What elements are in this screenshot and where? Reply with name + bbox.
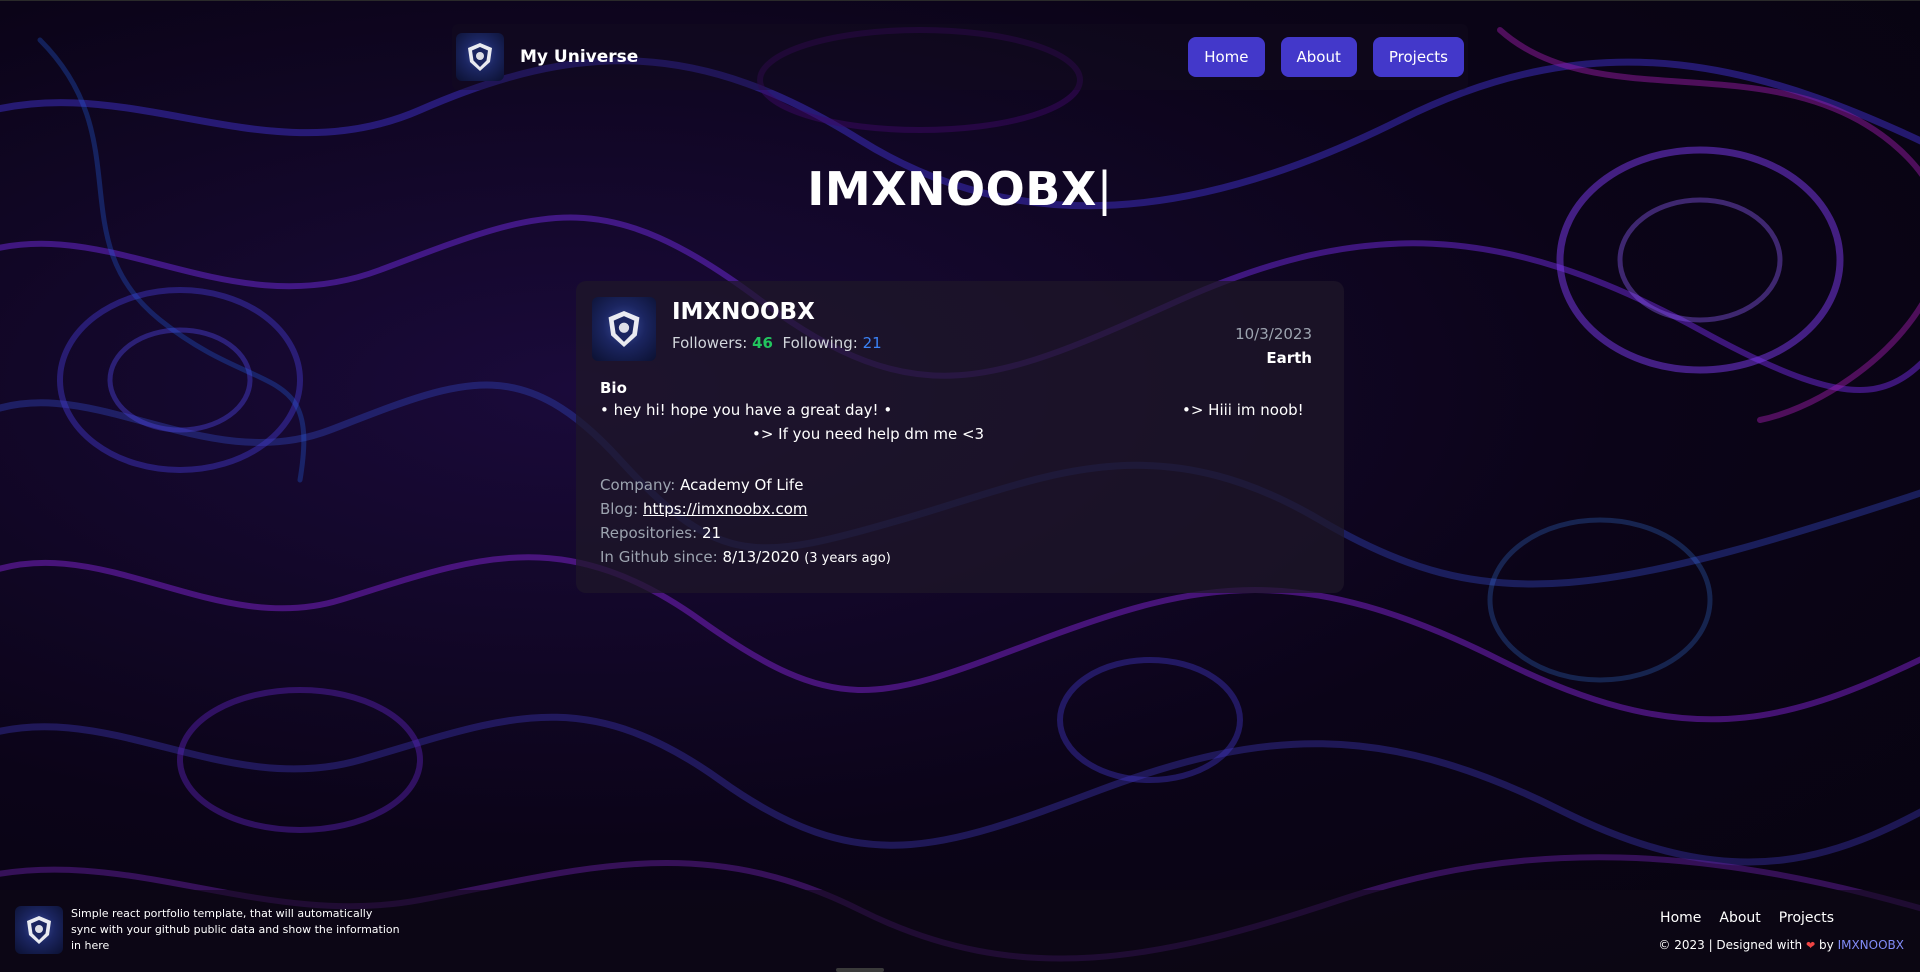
blog-link[interactable]: https://imxnoobx.com	[643, 500, 808, 518]
copyright-by: by	[1819, 938, 1834, 952]
profile-card: IMXNOOBX Followers: 46 Following: 21 10/…	[576, 281, 1344, 593]
nav-projects-button[interactable]: Projects	[1372, 37, 1464, 77]
profile-location: Earth	[1266, 349, 1312, 367]
company-value: Academy Of Life	[680, 476, 804, 494]
company-label: Company:	[600, 476, 676, 494]
brand-title: My Universe	[520, 47, 639, 67]
github-since-value: 8/13/2020	[722, 548, 800, 566]
bio-text: • hey hi! hope you have a great day! • •…	[600, 401, 1320, 451]
follow-stats: Followers: 46 Following: 21	[672, 334, 882, 352]
blog-label: Blog:	[600, 500, 639, 518]
nav-buttons: Home About Projects	[1188, 37, 1464, 77]
shield-icon	[468, 43, 492, 71]
hero-title-text: IMXNOOBX	[807, 162, 1097, 216]
profile-avatar	[592, 297, 656, 361]
followers-count: 46	[752, 334, 773, 352]
horizontal-scrollbar-thumb[interactable]	[836, 968, 884, 972]
brand[interactable]: My Universe	[456, 33, 638, 81]
github-since-relative: (3 years ago)	[804, 551, 891, 566]
github-since-label: In Github since:	[600, 548, 718, 566]
brand-logo-avatar	[456, 33, 504, 81]
footer-projects-link[interactable]: Projects	[1779, 910, 1834, 926]
hero-title: IMXNOOBX|	[0, 162, 1920, 216]
blog-row: Blog: https://imxnoobx.com	[600, 497, 1320, 521]
profile-card-body: Bio • hey hi! hope you have a great day!…	[600, 379, 1320, 571]
bio-line: • hey hi! hope you have a great day! •	[600, 401, 893, 419]
heart-icon: ❤	[1805, 939, 1816, 952]
top-border	[0, 0, 1920, 1]
following-count: 21	[862, 334, 882, 352]
followers-label: Followers:	[672, 334, 748, 352]
profile-username: IMXNOOBX	[672, 299, 815, 325]
company-row: Company: Academy Of Life	[600, 473, 1320, 497]
footer-home-link[interactable]: Home	[1660, 910, 1701, 926]
shield-icon	[608, 311, 640, 347]
bio-line: •> Hiii im noob!	[1182, 401, 1304, 419]
profile-date: 10/3/2023	[1235, 325, 1312, 343]
bio-label: Bio	[600, 379, 627, 397]
profile-info: Company: Academy Of Life Blog: https://i…	[600, 473, 1320, 571]
nav-home-button[interactable]: Home	[1188, 37, 1265, 77]
bio-line: •> If you need help dm me <3	[752, 425, 985, 443]
github-since-row: In Github since: 8/13/2020 (3 years ago)	[600, 545, 1320, 571]
page: My Universe Home About Projects IMXNOOBX…	[0, 0, 1920, 972]
footer-logo-avatar	[15, 906, 63, 954]
repositories-label: Repositories:	[600, 524, 698, 542]
footer-copyright: © 2023 | Designed with ❤ by IMXNOOBX	[1658, 938, 1904, 952]
copyright-text: © 2023 | Designed with	[1658, 938, 1803, 952]
shield-icon	[27, 916, 51, 944]
following-label: Following:	[782, 334, 858, 352]
repositories-value: 21	[701, 524, 722, 542]
footer-about-link[interactable]: About	[1719, 910, 1760, 926]
profile-card-header: IMXNOOBX Followers: 46 Following: 21 10/…	[592, 297, 1328, 367]
footer: Simple react portfolio template, that wi…	[0, 890, 1920, 972]
nav-about-button[interactable]: About	[1280, 37, 1357, 77]
footer-nav: Home About Projects	[1660, 910, 1834, 926]
author-link[interactable]: IMXNOOBX	[1838, 938, 1904, 952]
footer-description: Simple react portfolio template, that wi…	[71, 907, 400, 952]
typing-cursor: |	[1096, 162, 1113, 216]
repositories-row: Repositories: 21	[600, 521, 1320, 545]
navbar: My Universe Home About Projects	[452, 24, 1468, 90]
